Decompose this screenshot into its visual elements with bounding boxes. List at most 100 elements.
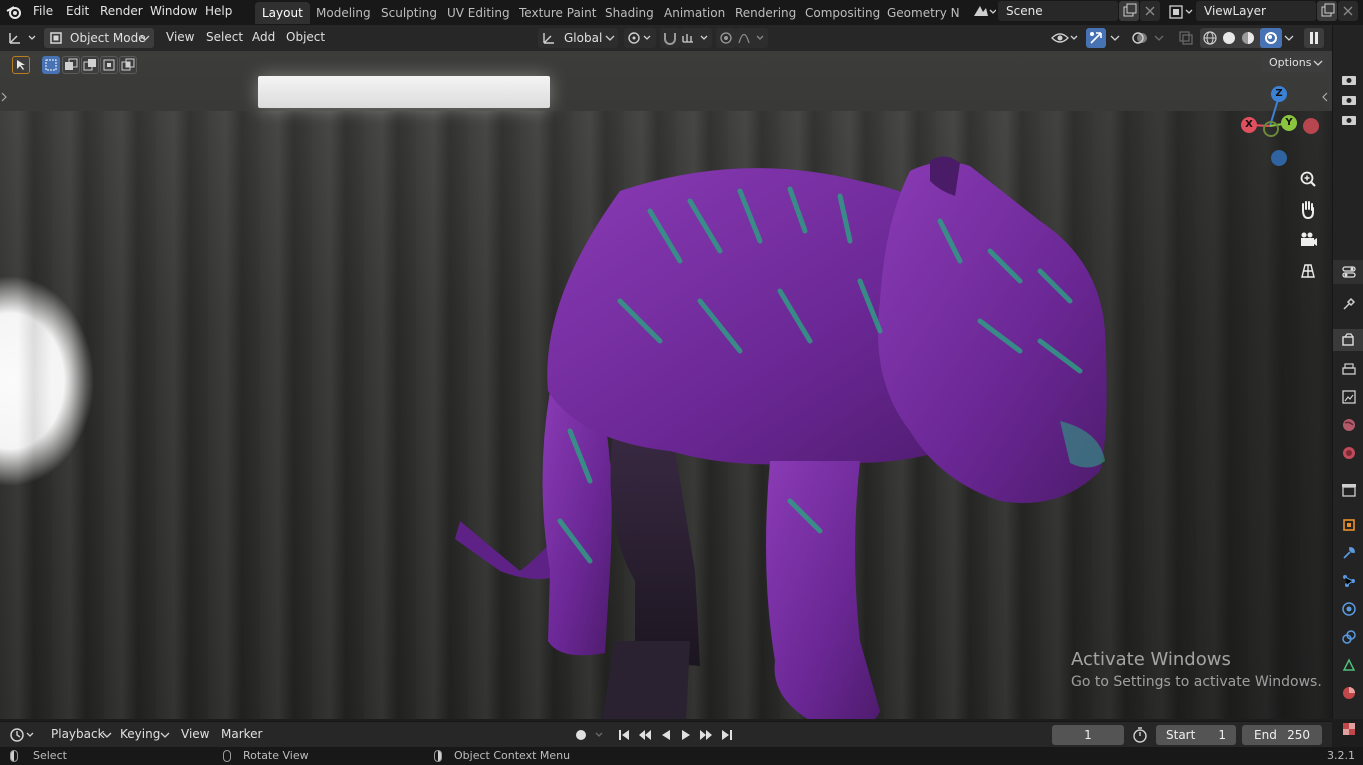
xray-toggle[interactable]: [1176, 28, 1196, 48]
proportional-falloff-dropdown[interactable]: [736, 28, 768, 48]
tab-texture-paint[interactable]: Texture Paint: [512, 2, 603, 24]
perspective-toggle-button[interactable]: [1294, 257, 1322, 285]
options-dropdown[interactable]: Options: [1261, 53, 1325, 73]
tab-compositing[interactable]: Compositing: [798, 2, 887, 24]
physics-icon[interactable]: [1341, 601, 1357, 617]
tab-geometry-nodes[interactable]: Geometry Noc: [880, 2, 960, 24]
wireframe-shading-icon[interactable]: [1202, 30, 1218, 46]
properties-editor-type-button[interactable]: [1333, 260, 1363, 284]
editor-type-button[interactable]: [6, 28, 40, 48]
select-tool-button[interactable]: [12, 56, 30, 74]
gizmo-neg-z-axis[interactable]: [1271, 150, 1287, 166]
play-icon[interactable]: [676, 725, 696, 745]
header-menu-object[interactable]: Object: [286, 30, 325, 44]
header-menu-add[interactable]: Add: [252, 30, 275, 44]
overlays-dropdown[interactable]: [1150, 28, 1168, 48]
render-properties-tab[interactable]: [1333, 329, 1363, 351]
jump-to-keyframe-forward-icon[interactable]: [696, 725, 716, 745]
start-frame-field[interactable]: Start 1: [1156, 725, 1236, 745]
tab-sculpting[interactable]: Sculpting: [374, 2, 444, 24]
header-menu-select[interactable]: Select: [206, 30, 243, 44]
view-layer-image-icon[interactable]: [1341, 389, 1357, 405]
3d-viewport[interactable]: Options Z X Y Activate Windows Go to Set…: [0, 51, 1332, 719]
timeline-menu-marker[interactable]: Marker: [221, 727, 262, 741]
zoom-button[interactable]: [1294, 166, 1322, 194]
material-icon[interactable]: [1341, 685, 1357, 701]
stopwatch-icon[interactable]: [1131, 726, 1149, 744]
menu-render[interactable]: Render: [100, 4, 143, 18]
camera-view-button[interactable]: [1294, 227, 1322, 255]
object-mode-dropdown[interactable]: Object Mode: [44, 28, 154, 48]
current-frame-field[interactable]: 1: [1052, 725, 1124, 745]
jump-to-end-icon[interactable]: [717, 725, 737, 745]
pause-render-button[interactable]: [1304, 28, 1324, 48]
world-icon[interactable]: [1341, 445, 1357, 461]
tab-layout[interactable]: Layout: [255, 2, 310, 24]
gizmo-x-axis[interactable]: X: [1241, 117, 1257, 133]
camera-small-icon[interactable]: [1341, 92, 1357, 108]
keying-menu[interactable]: Keying: [113, 725, 171, 745]
constraints-icon[interactable]: [1341, 629, 1357, 645]
texture-checker-icon[interactable]: [1341, 721, 1357, 737]
view-layer-field[interactable]: ViewLayer: [1196, 1, 1316, 21]
pivot-point-dropdown[interactable]: [624, 28, 656, 48]
material-shading-icon[interactable]: [1240, 30, 1256, 46]
menu-help[interactable]: Help: [205, 4, 232, 18]
scene-name-field[interactable]: Scene: [998, 1, 1118, 21]
auto-keying-toggle[interactable]: [570, 725, 610, 745]
rendered-shading-button[interactable]: [1260, 28, 1282, 48]
blender-logo-icon[interactable]: [6, 4, 22, 20]
gizmo-dropdown[interactable]: [1106, 28, 1124, 48]
collection-box-icon[interactable]: [1341, 482, 1357, 498]
scene-icon[interactable]: [972, 4, 996, 20]
select-extend-button[interactable]: [62, 56, 80, 74]
menu-edit[interactable]: Edit: [66, 4, 89, 18]
jump-to-start-icon[interactable]: [614, 725, 634, 745]
overlays-toggle[interactable]: [1130, 28, 1150, 48]
play-reverse-icon[interactable]: [656, 725, 676, 745]
tab-rendering[interactable]: Rendering: [728, 2, 803, 24]
tab-uv-editing[interactable]: UV Editing: [440, 2, 517, 24]
shading-options-dropdown[interactable]: [1282, 28, 1296, 48]
proportional-edit-toggle[interactable]: [716, 28, 736, 48]
object-square-icon[interactable]: [1341, 517, 1357, 533]
output-printer-icon[interactable]: [1341, 362, 1357, 378]
tab-animation[interactable]: Animation: [657, 2, 732, 24]
mesh-data-icon[interactable]: [1341, 657, 1357, 673]
gizmo-neg-y-axis[interactable]: [1303, 118, 1319, 134]
gizmo-z-axis[interactable]: Z: [1271, 86, 1287, 102]
wrench-modifier-icon[interactable]: [1341, 545, 1357, 561]
tab-modeling[interactable]: Modeling: [309, 2, 378, 24]
select-subtract-button[interactable]: [81, 56, 99, 74]
delete-scene-button[interactable]: [1140, 1, 1160, 21]
delete-view-layer-button[interactable]: [1338, 1, 1358, 21]
scene-globe-icon[interactable]: [1341, 417, 1357, 433]
gizmo-toggle[interactable]: [1086, 28, 1106, 48]
new-view-layer-button[interactable]: [1317, 1, 1337, 21]
snap-target-dropdown[interactable]: [680, 28, 712, 48]
select-invert-button[interactable]: [100, 56, 118, 74]
gizmo-y-axis[interactable]: Y: [1281, 115, 1297, 131]
tab-shading[interactable]: Shading: [598, 2, 661, 24]
header-menu-view[interactable]: View: [166, 30, 194, 44]
transform-orientation-dropdown[interactable]: Global: [538, 28, 618, 48]
camera-small-icon[interactable]: [1341, 112, 1357, 128]
menu-window[interactable]: Window: [150, 4, 197, 18]
end-frame-field[interactable]: End 250: [1242, 725, 1322, 745]
gizmo-neg-x-axis[interactable]: [1263, 121, 1279, 137]
timeline-menu-view[interactable]: View: [181, 727, 209, 741]
particles-icon[interactable]: [1341, 573, 1357, 589]
playback-menu[interactable]: Playback: [44, 725, 112, 745]
select-new-button[interactable]: [42, 56, 60, 74]
solid-shading-icon[interactable]: [1221, 30, 1237, 46]
jump-to-keyframe-back-icon[interactable]: [635, 725, 655, 745]
timeline-editor-type-button[interactable]: [6, 725, 38, 745]
visibility-dropdown[interactable]: [1050, 28, 1082, 48]
camera-small-icon[interactable]: [1341, 72, 1357, 88]
view-layer-icon[interactable]: [1168, 4, 1194, 20]
menu-file[interactable]: File: [33, 4, 53, 18]
toolbar-expand-icon[interactable]: [0, 91, 8, 103]
tool-icon[interactable]: [1341, 296, 1357, 312]
snap-toggle[interactable]: [660, 28, 680, 48]
new-scene-button[interactable]: [1119, 1, 1139, 21]
